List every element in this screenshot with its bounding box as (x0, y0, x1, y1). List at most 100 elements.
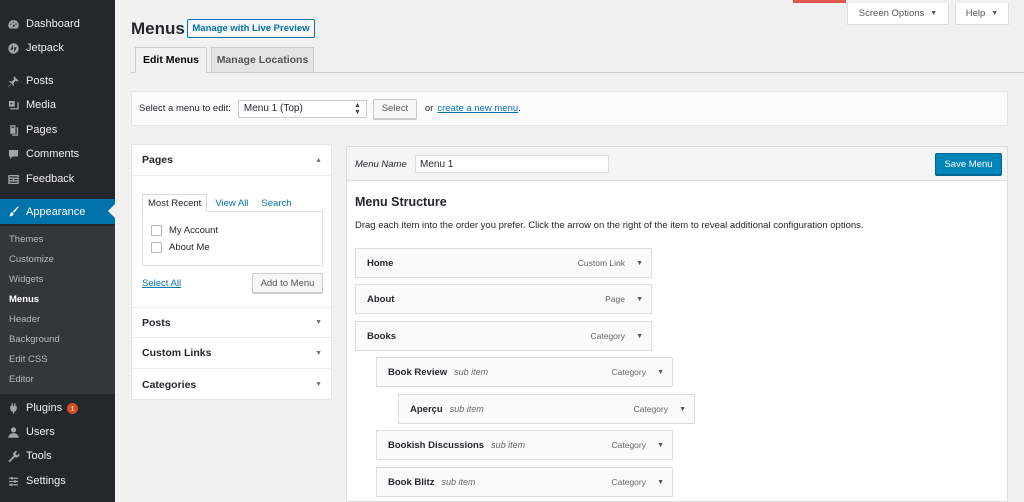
pages-checklist: My Account About Me (142, 211, 323, 266)
menu-item-book-blitz[interactable]: Book Blitz sub item Category ▼ (376, 467, 673, 497)
sidebar-item-label: Appearance (26, 205, 86, 218)
live-preview-button[interactable]: Manage with Live Preview (187, 19, 315, 38)
accordion-categories-header[interactable]: Categories ▼ (132, 369, 331, 400)
media-icon (6, 98, 20, 112)
menu-item-home[interactable]: Home Custom Link ▼ (355, 248, 652, 278)
sidebar-item-posts[interactable]: Posts (0, 69, 115, 93)
feedback-icon (6, 172, 20, 186)
checkbox[interactable] (151, 242, 162, 253)
menu-item-sub-label: sub item (454, 367, 489, 377)
menu-name-input[interactable] (415, 155, 609, 173)
menu-item-type: Category (611, 440, 647, 450)
expand-arrow-icon: ▼ (315, 381, 322, 388)
page-option-about-me[interactable]: About Me (151, 242, 210, 253)
menu-item-book-review[interactable]: Book Review sub item Category ▼ (376, 357, 673, 387)
accordion-custom-links-header[interactable]: Custom Links ▼ (132, 338, 331, 369)
select-menu-bar: Select a menu to edit: Menu 1 (Top) ▲ ▼ S… (131, 91, 1008, 126)
add-menu-items-panel: Pages ▲ Most Recent View All Search My A… (131, 144, 332, 400)
accordion-posts-header[interactable]: Posts ▼ (132, 307, 331, 338)
sidebar-item-users[interactable]: Users (0, 420, 115, 444)
menu-item-sub-label: sub item (449, 404, 484, 414)
menu-structure-description: Drag each item into the order you prefer… (355, 220, 864, 231)
sidebar-item-feedback[interactable]: Feedback (0, 167, 115, 191)
add-to-menu-button[interactable]: Add to Menu (252, 273, 323, 293)
sidebar-item-tools[interactable]: Tools (0, 444, 115, 468)
accordion-pages-header[interactable]: Pages ▲ (132, 145, 331, 176)
collapse-arrow-icon: ▲ (315, 156, 322, 164)
expand-arrow-icon[interactable]: ▼ (636, 260, 643, 267)
pin-icon (6, 74, 20, 88)
sidebar-item-settings[interactable]: Settings (0, 469, 115, 493)
sidebar-item-label: Pages (26, 124, 58, 136)
submenu-item-menus[interactable]: Menus (9, 294, 39, 305)
expand-arrow-icon[interactable]: ▼ (657, 442, 664, 449)
admin-sidebar: Dashboard Jetpack Posts Media Pages Comm… (0, 0, 115, 502)
sidebar-item-label: Jetpack (26, 42, 64, 54)
expand-arrow-icon[interactable]: ▼ (657, 479, 664, 486)
submenu-item-widgets[interactable]: Widgets (9, 274, 43, 285)
select-arrows-icon: ▲ ▼ (353, 101, 361, 116)
menu-item-bookish-discussions[interactable]: Bookish Discussions sub item Category ▼ (376, 430, 673, 460)
update-count-badge: 1 (67, 402, 79, 414)
expand-arrow-icon[interactable]: ▼ (636, 333, 643, 340)
menu-item-title: Home (367, 257, 394, 269)
tab-edit-menus[interactable]: Edit Menus (135, 47, 207, 73)
menu-item-sub-label: sub item (491, 440, 526, 450)
menu-item-apercu[interactable]: Aperçu sub item Category ▼ (398, 394, 695, 424)
sidebar-item-label: Feedback (26, 173, 75, 185)
help-button[interactable]: Help ▼ (955, 3, 1009, 25)
page-title: Menus (131, 19, 185, 38)
sidebar-item-label: Media (26, 99, 56, 111)
submenu-item-customize[interactable]: Customize (9, 254, 54, 265)
expand-arrow-icon[interactable]: ▼ (657, 369, 664, 376)
save-menu-button[interactable]: Save Menu (935, 153, 1002, 175)
select-menu-label: Select a menu to edit: (139, 103, 231, 114)
dashboard-icon (6, 17, 20, 31)
tab-search[interactable]: Search (256, 194, 296, 212)
menu-item-sub-label: sub item (441, 477, 476, 487)
select-all-link[interactable]: Select All (142, 278, 181, 289)
sidebar-item-pages[interactable]: Pages (0, 118, 115, 142)
settings-icon (6, 474, 20, 488)
sidebar-item-comments[interactable]: Comments (0, 142, 115, 166)
accordion-title: Pages (142, 154, 173, 166)
tab-view-all[interactable]: View All (210, 194, 253, 212)
menu-item-title: About (367, 293, 395, 305)
menu-select-dropdown[interactable]: Menu 1 (Top) ▲ ▼ (237, 99, 367, 118)
menu-item-title: Book Review (388, 366, 448, 378)
sidebar-item-appearance[interactable]: Appearance (0, 199, 115, 224)
submenu-item-edit-css[interactable]: Edit CSS (9, 354, 48, 365)
menu-item-about[interactable]: About Page ▼ (355, 284, 652, 314)
admin-notice-strip (793, 0, 846, 3)
tab-manage-locations[interactable]: Manage Locations (211, 47, 314, 73)
page-option-my-account[interactable]: My Account (151, 225, 218, 236)
tab-most-recent[interactable]: Most Recent (142, 194, 208, 212)
select-button[interactable]: Select (372, 98, 417, 119)
caret-down-icon: ▼ (991, 10, 999, 17)
menu-editor: Menu Name Save Menu Menu Structure Drag … (346, 146, 1008, 502)
menu-item-books[interactable]: Books Category ▼ (355, 321, 652, 351)
sidebar-item-jetpack[interactable]: Jetpack (0, 36, 115, 60)
expand-arrow-icon[interactable]: ▼ (679, 406, 686, 413)
expand-arrow-icon[interactable]: ▼ (636, 296, 643, 303)
create-new-menu-link[interactable]: create a new menu (437, 103, 518, 114)
menu-editor-header: Menu Name Save Menu (347, 147, 1007, 181)
expand-arrow-icon: ▼ (315, 349, 322, 357)
submenu-item-header[interactable]: Header (9, 314, 40, 325)
sidebar-item-media[interactable]: Media (0, 93, 115, 117)
sidebar-item-plugins[interactable]: Plugins 1 (0, 396, 115, 420)
menu-item-title: Bookish Discussions (388, 439, 485, 451)
submenu-item-editor[interactable]: Editor (9, 374, 34, 385)
submenu-item-themes[interactable]: Themes (9, 234, 43, 245)
checkbox[interactable] (151, 225, 162, 236)
accordion-title: Custom Links (142, 347, 212, 359)
expand-arrow-icon: ▼ (315, 319, 322, 326)
screen-options-button[interactable]: Screen Options ▼ (847, 3, 949, 25)
caret-down-icon: ▼ (930, 10, 938, 17)
accordion-title: Categories (142, 378, 197, 391)
submenu-item-background[interactable]: Background (9, 334, 60, 345)
pages-icon (6, 123, 20, 137)
sentence-period: . (518, 103, 521, 114)
sidebar-item-dashboard[interactable]: Dashboard (0, 12, 115, 36)
menu-item-type: Page (605, 294, 625, 304)
